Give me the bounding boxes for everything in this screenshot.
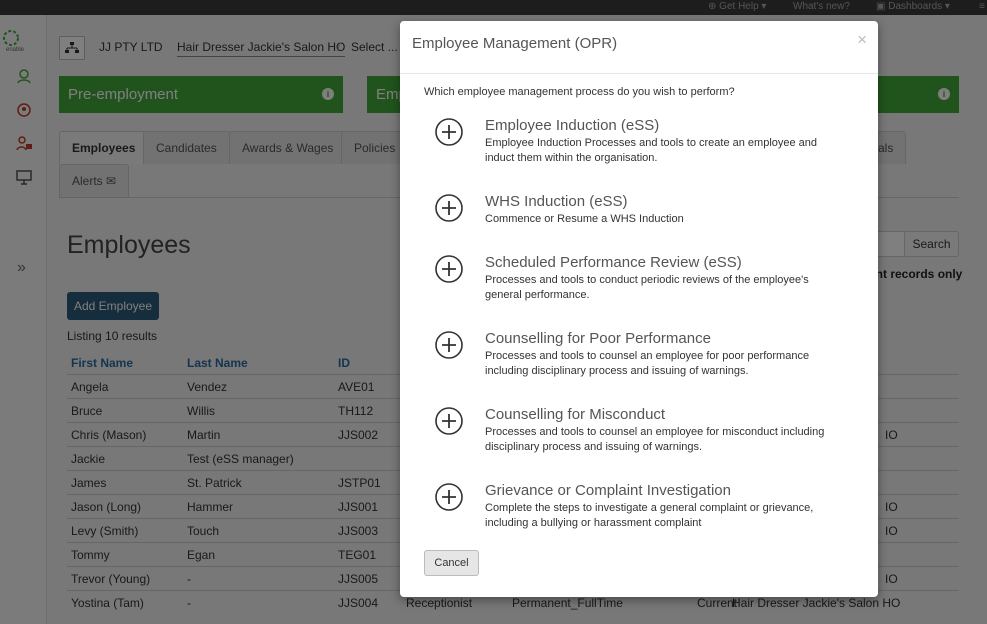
option-description: Commence or Resume a WHS Induction [485,213,684,225]
add-circle-icon[interactable] [434,330,464,360]
modal-question: Which employee management process do you… [424,86,735,98]
option-description: Processes and tools to counsel an employ… [485,350,810,377]
close-icon[interactable]: × [857,30,867,50]
add-circle-icon[interactable] [434,254,464,284]
cancel-button[interactable]: Cancel [424,550,479,576]
add-circle-icon[interactable] [434,406,464,436]
employee-management-modal: Employee Management (OPR) × Which employ… [400,21,878,597]
option-title[interactable]: WHS Induction (eSS) [485,193,628,210]
add-circle-icon[interactable] [434,193,464,223]
modal-title: Employee Management (OPR) [412,35,618,52]
add-circle-icon[interactable] [434,117,464,147]
option-description: Processes and tools to conduct periodic … [485,274,809,301]
option-title[interactable]: Scheduled Performance Review (eSS) [485,254,742,271]
option-description: Processes and tools to counsel an employ… [485,426,825,453]
option-description: Employee Induction Processes and tools t… [485,137,818,164]
option-title[interactable]: Employee Induction (eSS) [485,117,659,134]
option-title[interactable]: Grievance or Complaint Investigation [485,482,731,499]
option-title[interactable]: Counselling for Misconduct [485,406,665,423]
option-description: Complete the steps to investigate a gene… [485,502,814,529]
option-title[interactable]: Counselling for Poor Performance [485,330,711,347]
add-circle-icon[interactable] [434,482,464,512]
modal-header: Employee Management (OPR) × [400,21,878,74]
